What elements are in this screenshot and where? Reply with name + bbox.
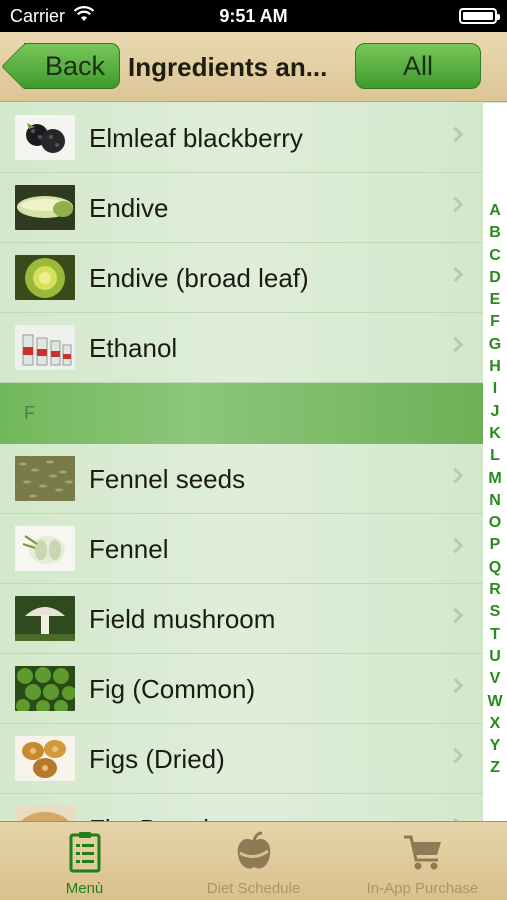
ingredient-list[interactable]: Elmleaf blackberry Endive Endive (broad le… xyxy=(0,103,483,821)
alphabet-index[interactable]: ABCDEFGHIJKLMNOPQRSTUVWXYZ xyxy=(483,103,507,821)
list-item[interactable]: Flat Bread xyxy=(0,794,483,821)
list-item[interactable]: Fig (Common) xyxy=(0,654,483,724)
index-letter[interactable]: V xyxy=(490,668,501,690)
index-letter[interactable]: U xyxy=(489,646,501,668)
list-item-label: Field mushroom xyxy=(89,603,276,634)
index-letter[interactable]: Q xyxy=(489,557,501,579)
battery-icon xyxy=(459,8,500,24)
tab-label: Diet Schedule xyxy=(206,880,301,897)
chevron-right-icon xyxy=(447,266,464,283)
index-letter[interactable]: L xyxy=(490,445,500,467)
list-item[interactable]: Ethanol xyxy=(0,313,483,383)
chevron-right-icon xyxy=(447,336,464,353)
index-letter[interactable]: I xyxy=(493,378,497,400)
status-left: Carrier xyxy=(10,6,95,27)
chevron-right-icon xyxy=(447,467,464,484)
wifi-icon xyxy=(73,5,95,27)
index-letter[interactable]: T xyxy=(490,624,500,646)
status-bar: Carrier 9:51 AM xyxy=(0,0,507,32)
index-letter[interactable]: G xyxy=(489,334,501,356)
index-letter[interactable]: C xyxy=(489,245,501,267)
index-letter[interactable]: D xyxy=(489,267,501,289)
index-letter[interactable]: F xyxy=(490,311,500,333)
chevron-right-icon xyxy=(447,677,464,694)
index-letter[interactable]: O xyxy=(489,512,501,534)
list-item[interactable]: Endive (broad leaf) xyxy=(0,243,483,313)
blackberry-thumbnail xyxy=(15,115,75,160)
back-button[interactable]: Back xyxy=(24,43,120,89)
index-letter[interactable]: S xyxy=(490,601,501,623)
chevron-right-icon xyxy=(447,537,464,554)
all-button[interactable]: All xyxy=(355,43,481,89)
list-item-label: Endive xyxy=(89,192,169,223)
list-item-label: Endive (broad leaf) xyxy=(89,262,309,293)
navigation-bar: Back Ingredients an... All xyxy=(0,32,507,102)
fennel-thumbnail xyxy=(15,526,75,571)
chevron-right-icon xyxy=(447,747,464,764)
list-item-label: Fennel xyxy=(89,533,169,564)
mushroom-thumbnail xyxy=(15,596,75,641)
tab-men-[interactable]: Menù xyxy=(0,822,169,900)
tab-in-app-purchase[interactable]: In-App Purchase xyxy=(338,822,507,900)
index-letter[interactable]: M xyxy=(488,468,501,490)
index-letter[interactable]: E xyxy=(490,289,501,311)
index-letter[interactable]: J xyxy=(491,401,500,423)
tab-diet-schedule[interactable]: Diet Schedule xyxy=(169,822,338,900)
list-item-label: Flat Bread xyxy=(89,794,209,822)
tab-label: Menù xyxy=(65,880,104,897)
index-letter[interactable]: K xyxy=(489,423,501,445)
back-button-label: Back xyxy=(45,50,106,81)
list-item[interactable]: Fennel xyxy=(0,514,483,584)
chevron-right-icon xyxy=(447,196,464,213)
index-letter[interactable]: P xyxy=(490,534,501,556)
list-item-label: Fig (Common) xyxy=(89,673,256,704)
list-item[interactable]: Elmleaf blackberry xyxy=(0,103,483,173)
list-item[interactable]: Fennel seeds xyxy=(0,444,483,514)
cart-icon xyxy=(400,827,446,877)
apple-tape-icon xyxy=(231,827,277,877)
carrier-label: Carrier xyxy=(10,5,66,26)
index-letter[interactable]: R xyxy=(489,579,501,601)
list-item-label: Elmleaf blackberry xyxy=(89,122,303,153)
endive-thumbnail xyxy=(15,185,75,230)
chevron-right-icon xyxy=(447,607,464,624)
list-item[interactable]: Figs (Dried) xyxy=(0,724,483,794)
menu-list-icon xyxy=(62,827,108,877)
tab-bar: Menù Diet Schedule In-App Purchase xyxy=(0,821,507,900)
list-item-label: Figs (Dried) xyxy=(89,743,225,774)
list-item[interactable]: Field mushroom xyxy=(0,584,483,654)
index-letter[interactable]: A xyxy=(489,200,501,222)
endive-broad-thumbnail xyxy=(15,255,75,300)
list-item-label: Fennel seeds xyxy=(89,463,246,494)
index-letter[interactable]: Y xyxy=(490,735,501,757)
fig-thumbnail xyxy=(15,666,75,711)
index-letter[interactable]: N xyxy=(489,490,501,512)
index-letter[interactable]: Z xyxy=(490,757,500,779)
page-title: Ingredients an... xyxy=(128,52,328,82)
index-letter[interactable]: X xyxy=(490,713,501,735)
chevron-right-icon xyxy=(447,126,464,143)
section-header-f: F xyxy=(0,383,483,444)
list-item[interactable]: Endive xyxy=(0,173,483,243)
list-item-label: Ethanol xyxy=(89,332,178,363)
dried-figs-thumbnail xyxy=(15,736,75,781)
index-letter[interactable]: B xyxy=(489,222,501,244)
fennel-seeds-thumbnail xyxy=(15,456,75,501)
index-letter[interactable]: H xyxy=(489,356,501,378)
ethanol-thumbnail xyxy=(15,325,75,370)
index-letter[interactable]: W xyxy=(487,691,502,713)
tab-label: In-App Purchase xyxy=(366,880,479,897)
flat-bread-thumbnail xyxy=(15,806,75,821)
